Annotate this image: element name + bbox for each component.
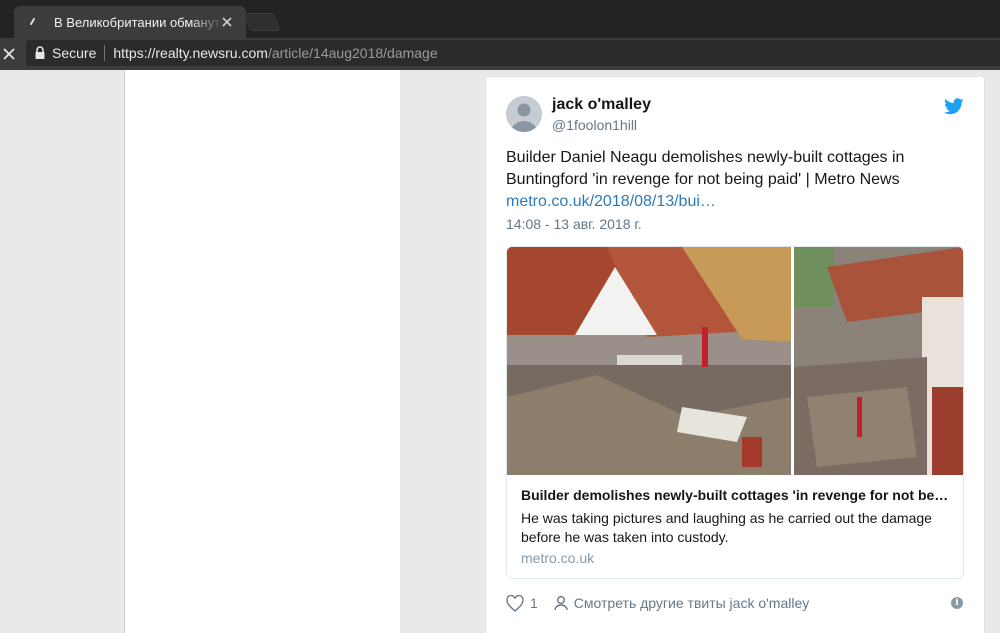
tweet-timestamp[interactable]: 14:08 - 13 авг. 2018 г. bbox=[506, 216, 642, 232]
person-icon bbox=[554, 595, 568, 611]
lock-icon bbox=[34, 46, 46, 60]
author-name[interactable]: jack o'malley bbox=[552, 96, 651, 114]
browser-tab[interactable]: В Великобритании обмануты bbox=[14, 6, 246, 38]
heart-icon[interactable] bbox=[506, 594, 526, 612]
more-tweets-link[interactable]: Смотреть другие твиты jack o'malley bbox=[574, 595, 809, 611]
address-toolbar: Secure https://realty.newsru.com/article… bbox=[0, 38, 1000, 70]
embedded-tweet: jack o'malley @1foolon1hill Builder Dani… bbox=[485, 76, 985, 633]
url-text: https://realty.newsru.com/article/14aug2… bbox=[113, 45, 437, 61]
separator bbox=[104, 45, 106, 61]
author-handle[interactable]: @1foolon1hill bbox=[552, 117, 637, 133]
page-content: jack o'malley @1foolon1hill Builder Dani… bbox=[0, 70, 1000, 633]
link-card[interactable]: Builder demolishes newly-built cottages … bbox=[506, 246, 964, 579]
url-path: /article/14aug2018/damage bbox=[267, 45, 438, 61]
article-column bbox=[125, 70, 400, 633]
card-description: He was taking pictures and laughing as h… bbox=[521, 510, 932, 545]
card-domain: metro.co.uk bbox=[521, 550, 595, 566]
tweet-link[interactable]: metro.co.uk/2018/08/13/bui… bbox=[506, 193, 716, 210]
tab-title: В Великобритании обмануты bbox=[54, 14, 224, 30]
tweet-text: Builder Daniel Neagu demolishes newly-bu… bbox=[506, 147, 946, 213]
stop-icon[interactable] bbox=[0, 43, 18, 65]
address-bar[interactable]: Secure https://realty.newsru.com/article… bbox=[26, 40, 1000, 66]
twitter-bird-icon[interactable] bbox=[944, 98, 964, 116]
close-icon[interactable] bbox=[220, 15, 234, 29]
like-count[interactable]: 1 bbox=[530, 595, 538, 611]
tab-strip: В Великобритании обмануты bbox=[0, 0, 1000, 38]
card-image[interactable] bbox=[507, 247, 963, 475]
card-title[interactable]: Builder demolishes newly-built cottages … bbox=[521, 487, 951, 503]
new-tab-button[interactable] bbox=[243, 13, 281, 31]
favicon-icon bbox=[26, 15, 40, 29]
info-icon[interactable]: i bbox=[951, 597, 963, 609]
tweet-actions: 1 Смотреть другие твиты jack o'malley bbox=[506, 593, 809, 613]
avatar[interactable] bbox=[506, 96, 542, 132]
url-host: https://realty.newsru.com bbox=[113, 45, 268, 61]
tweet-body: Builder Daniel Neagu demolishes newly-bu… bbox=[506, 149, 905, 188]
secure-label: Secure bbox=[52, 45, 97, 61]
